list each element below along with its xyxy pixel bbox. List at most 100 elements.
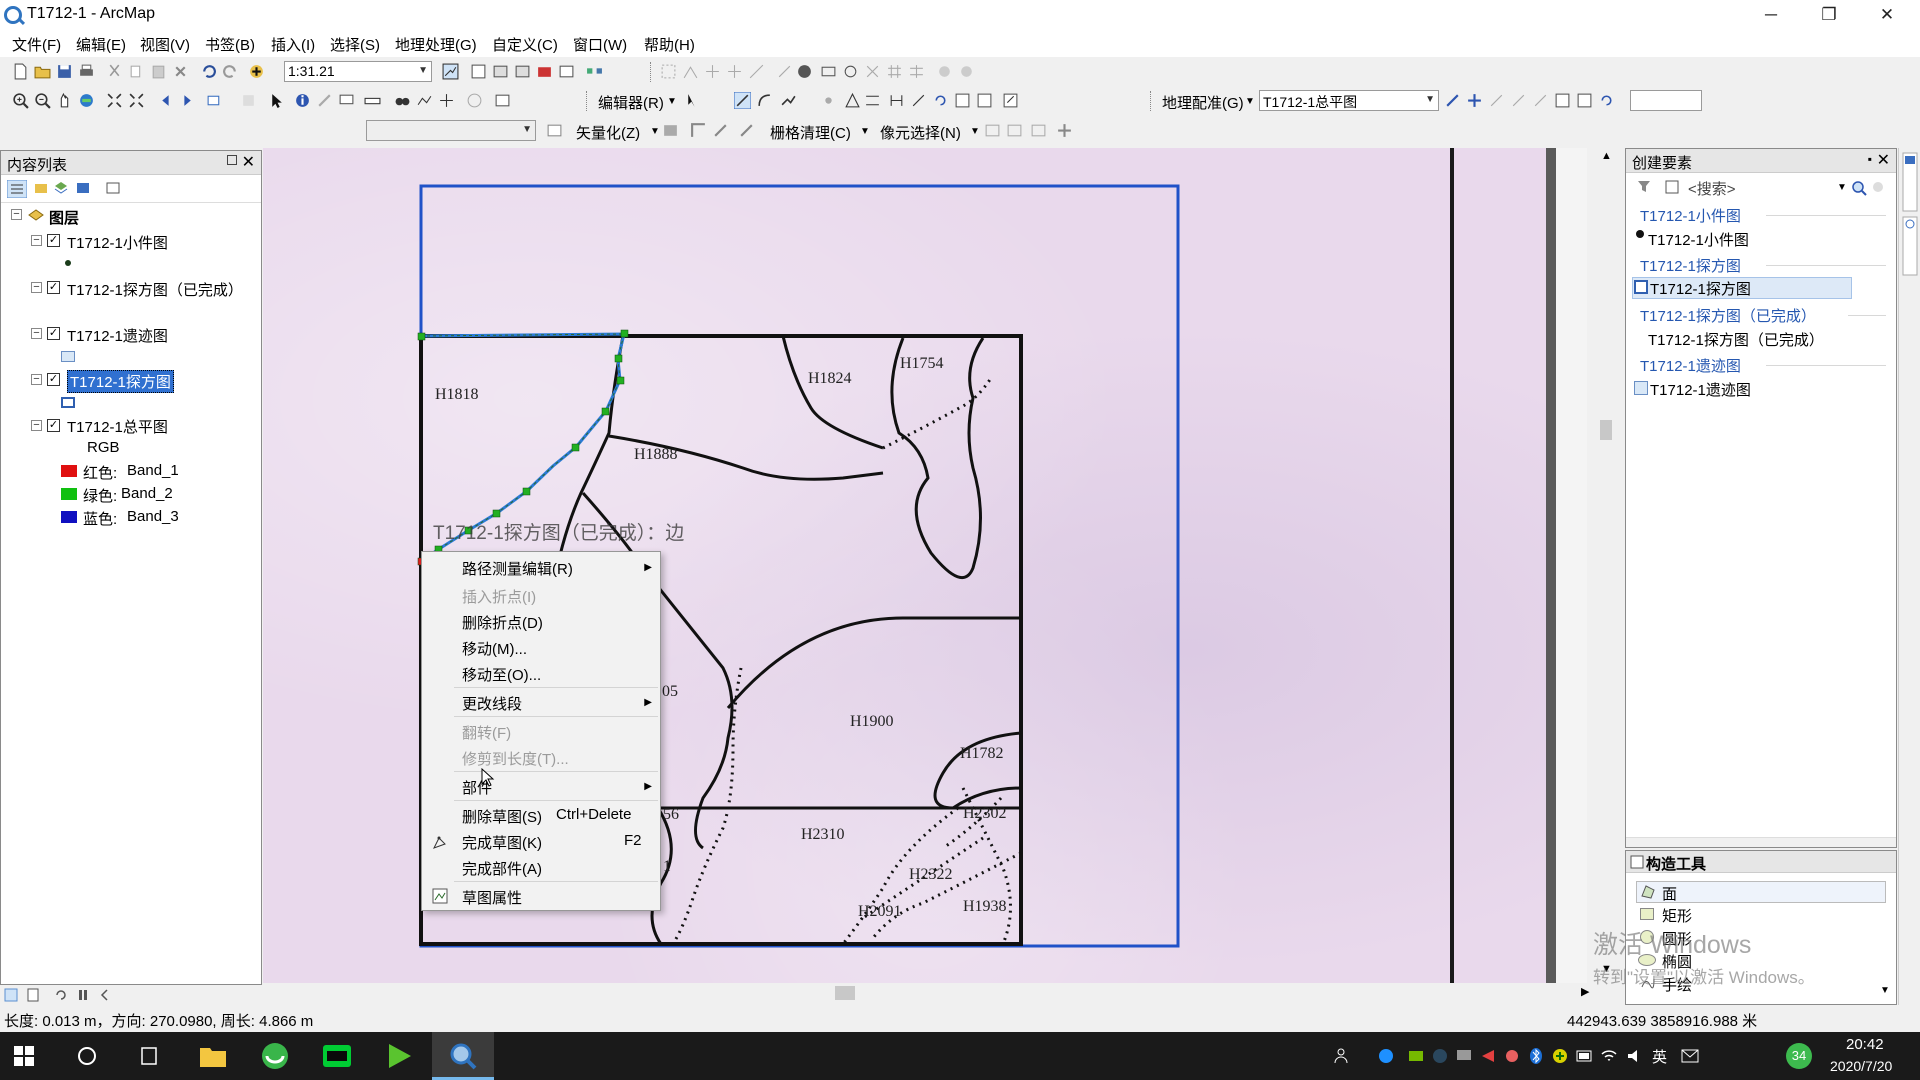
clock-time[interactable]: 20:42 xyxy=(1846,1036,1884,1053)
menu-geoprocessing[interactable]: 地理处理(G) xyxy=(395,34,477,55)
fixed-zoom-in-icon[interactable] xyxy=(106,92,123,109)
layer-visibility-checkbox[interactable]: ✓ xyxy=(47,327,60,340)
rotation-icon[interactable] xyxy=(1598,92,1615,109)
close-button[interactable]: ✕ xyxy=(1858,0,1916,30)
reshape-icon[interactable] xyxy=(726,63,743,80)
layer-expander[interactable]: − xyxy=(31,328,42,339)
copy-icon[interactable] xyxy=(128,63,145,80)
menu-item-delete-sketch[interactable]: 删除草图(S) xyxy=(462,806,542,827)
green-band-swatch[interactable] xyxy=(61,488,77,500)
edit-tool-icon[interactable] xyxy=(684,92,701,109)
toc-layer-site-plan[interactable]: T1712-1总平图 xyxy=(67,416,168,437)
menu-customize[interactable]: 自定义(C) xyxy=(492,34,558,55)
python-window-icon[interactable] xyxy=(558,63,575,80)
viewer-window-icon[interactable] xyxy=(494,92,511,109)
tray-red-icon[interactable] xyxy=(1480,1048,1496,1064)
split-icon[interactable] xyxy=(748,63,765,80)
toc-root-layers[interactable]: 图层 xyxy=(49,207,79,228)
start-icon[interactable] xyxy=(14,1046,34,1066)
full-extent-icon[interactable] xyxy=(78,92,95,109)
raster-layer-combo[interactable]: ▼ xyxy=(366,120,536,141)
toc-layer-trench-completed[interactable]: T1712-1探方图（已完成） xyxy=(67,279,243,300)
template-trench-completed[interactable]: T1712-1探方图（已完成） xyxy=(1648,329,1824,350)
edit-vertices-icon[interactable] xyxy=(682,63,699,80)
list-by-visibility-icon[interactable] xyxy=(53,180,69,196)
tray-flower-icon[interactable] xyxy=(1504,1048,1520,1064)
tools-scroll-down-icon[interactable]: ▼ xyxy=(1880,985,1890,996)
menu-insert[interactable]: 插入(I) xyxy=(271,34,315,55)
raster-cleanup-menu[interactable]: 栅格清理(C) xyxy=(770,122,851,143)
fit-to-display-icon[interactable] xyxy=(1532,92,1549,109)
nvidia-icon[interactable] xyxy=(1408,1048,1424,1064)
html-popup-icon[interactable] xyxy=(338,92,355,109)
task-view-icon[interactable] xyxy=(138,1045,160,1067)
shape-recognition-icon[interactable] xyxy=(712,122,729,139)
search-icon[interactable] xyxy=(1851,180,1867,196)
arcmap-taskbar-icon[interactable] xyxy=(447,1040,479,1072)
polygon-symbol-icon[interactable] xyxy=(61,351,75,362)
display-icon[interactable] xyxy=(1456,1048,1472,1064)
map-horizontal-scrollbar[interactable]: ▶ xyxy=(263,983,1597,1003)
layer-visibility-checkbox[interactable]: ✓ xyxy=(47,281,60,294)
select-features-icon[interactable] xyxy=(660,63,677,80)
gmail-icon[interactable] xyxy=(1680,1046,1700,1066)
add-cells-icon[interactable] xyxy=(1056,122,1073,139)
viewer-icon[interactable] xyxy=(1576,92,1593,109)
pin-icon[interactable]: ▪ xyxy=(1868,152,1872,166)
raster-snapping-icon[interactable] xyxy=(546,122,563,139)
menu-file[interactable]: 文件(F) xyxy=(12,34,61,55)
interactive-selection-icon[interactable] xyxy=(1006,122,1023,139)
cut-icon[interactable] xyxy=(106,63,123,80)
select-elements-icon[interactable] xyxy=(268,92,285,109)
list-by-selection-icon[interactable] xyxy=(75,180,91,196)
edit-vertices-2-icon[interactable] xyxy=(844,92,861,109)
cut-polygons-icon[interactable] xyxy=(888,92,905,109)
identify-icon[interactable] xyxy=(294,92,311,109)
menu-view[interactable]: 视图(V) xyxy=(140,34,190,55)
tool-polygon[interactable]: 面 xyxy=(1662,883,1677,904)
menu-item-route-measure-editing[interactable]: 路径测量编辑(R) xyxy=(462,558,573,579)
open-icon[interactable] xyxy=(34,63,51,80)
layer-visibility-checkbox[interactable]: ✓ xyxy=(47,373,60,386)
layer-visibility-checkbox[interactable]: ✓ xyxy=(47,419,60,432)
menu-item-move[interactable]: 移动(M)... xyxy=(462,638,527,659)
catalog-icon[interactable] xyxy=(492,63,509,80)
options-icon[interactable] xyxy=(105,180,121,196)
raster-painting-icon[interactable] xyxy=(738,122,755,139)
trace-icon[interactable] xyxy=(780,92,797,109)
list-by-source-icon[interactable] xyxy=(33,180,49,196)
layer-visibility-checkbox[interactable]: ✓ xyxy=(47,234,60,247)
menu-item-move-to[interactable]: 移动至(O)... xyxy=(462,664,541,685)
vectorization-trace-icon[interactable] xyxy=(690,122,707,139)
scale-icon[interactable] xyxy=(1510,92,1527,109)
shift-icon[interactable] xyxy=(1488,92,1505,109)
pause-drawing-icon[interactable] xyxy=(76,988,90,1002)
vertical-scroll-thumb[interactable] xyxy=(1600,420,1612,440)
delete-icon[interactable] xyxy=(172,63,189,80)
sketch-properties-icon[interactable] xyxy=(976,92,993,109)
grid-icon[interactable] xyxy=(886,63,903,80)
iqiyi-icon[interactable] xyxy=(321,1040,353,1072)
steam-icon[interactable] xyxy=(1432,1048,1448,1064)
time-slider-icon[interactable] xyxy=(466,92,483,109)
editor-toolbar-icon[interactable] xyxy=(442,63,459,80)
polygon-outline-symbol-icon[interactable] xyxy=(61,397,75,408)
tray-app1-icon[interactable] xyxy=(1378,1048,1394,1064)
tray-green-plus-icon[interactable] xyxy=(1552,1048,1568,1064)
rotate-icon[interactable] xyxy=(776,63,793,80)
clock-date[interactable]: 2020/7/20 xyxy=(1830,1058,1892,1074)
toc-layer-small-finds[interactable]: T1712-1小件图 xyxy=(67,232,168,253)
rotate-tool-icon[interactable] xyxy=(932,92,949,109)
fixed-zoom-out-icon[interactable] xyxy=(128,92,145,109)
table-of-contents-icon[interactable] xyxy=(470,63,487,80)
menu-windows[interactable]: 窗口(W) xyxy=(573,34,627,55)
layer-expander[interactable]: − xyxy=(31,235,42,246)
globe-icon[interactable] xyxy=(796,63,813,80)
attributes-icon[interactable] xyxy=(958,63,975,80)
editor-menu[interactable]: 编辑器(R) xyxy=(598,92,664,113)
point-icon[interactable] xyxy=(820,92,837,109)
clear-selection-icon[interactable] xyxy=(240,92,257,109)
new-document-icon[interactable] xyxy=(12,63,29,80)
vectorize-settings-icon[interactable] xyxy=(662,122,679,139)
scroll-up-icon[interactable]: ▲ xyxy=(1601,150,1612,162)
